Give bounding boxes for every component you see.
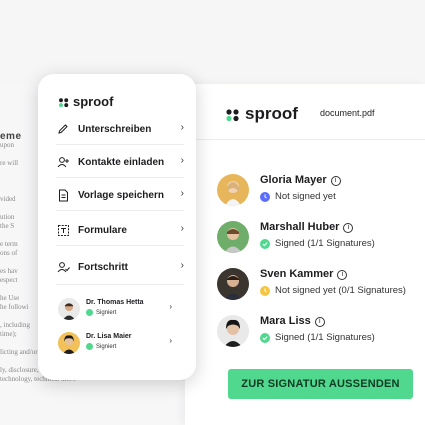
- signer-row[interactable]: Mara Liss i Signed (1/1 Signatures): [217, 311, 417, 349]
- signing-panel: sproof document.pdf Gloria Mayer i Not si…: [185, 84, 425, 425]
- progress-user-icon: [56, 260, 70, 274]
- menu-item-fortschritt[interactable]: Fortschritt ›: [56, 256, 184, 278]
- check-icon: [260, 332, 270, 343]
- avatar: [217, 315, 249, 347]
- chevron-right-icon: ›: [180, 188, 184, 199]
- pen-icon: [56, 122, 70, 136]
- chevron-right-icon: ›: [180, 260, 184, 271]
- chevron-right-icon: ›: [180, 122, 184, 133]
- divider: [56, 210, 184, 211]
- send-for-signature-button[interactable]: ZUR SIGNATUR AUSSENDEN: [228, 369, 413, 399]
- info-icon[interactable]: i: [330, 176, 341, 186]
- signer-row[interactable]: Sven Kammer i Not signed yet (0/1 Signatu…: [217, 264, 417, 302]
- info-icon[interactable]: i: [343, 223, 354, 233]
- clock-icon: [260, 191, 270, 202]
- divider: [56, 144, 184, 145]
- menu-item-label: Formulare: [78, 224, 127, 236]
- signer-status: Signed (1/1 Signatures): [275, 332, 375, 343]
- sproof-logo-icon: [58, 96, 70, 108]
- clock-icon: [260, 285, 270, 296]
- signer-name: Gloria Mayer: [260, 174, 327, 186]
- menu-item-label: Vorlage speichern: [78, 189, 164, 201]
- document-name: document.pdf: [320, 108, 375, 118]
- chevron-right-icon: ›: [180, 223, 184, 234]
- signer-row[interactable]: Gloria Mayer i Not signed yet: [217, 170, 417, 208]
- info-icon[interactable]: i: [337, 270, 348, 280]
- brand-name: sproof: [73, 94, 114, 109]
- menu-signer-status: Signiert: [96, 343, 117, 350]
- avatar: [58, 298, 80, 320]
- divider: [56, 284, 184, 285]
- menu-signer-row[interactable]: Dr. Lisa Maier Signiert ›: [58, 332, 178, 360]
- form-icon: [56, 223, 70, 237]
- add-user-icon: [56, 155, 70, 169]
- signer-status: Signed (1/1 Signatures): [275, 238, 375, 249]
- menu-item-label: Unterschreiben: [78, 123, 152, 135]
- divider: [56, 245, 184, 246]
- signer-name: Marshall Huber: [260, 221, 340, 233]
- avatar: [217, 221, 249, 253]
- menu-item-kontakte-einladen[interactable]: Kontakte einladen ›: [56, 151, 184, 173]
- menu-signer-name: Dr. Thomas Hetta: [86, 299, 144, 306]
- avatar: [217, 268, 249, 300]
- signer-row[interactable]: Marshall Huber i Signed (1/1 Signatures): [217, 217, 417, 255]
- signer-status: Not signed yet (0/1 Signatures): [275, 285, 406, 296]
- menu-signer-status: Signiert: [96, 309, 117, 316]
- chevron-right-icon: ›: [169, 336, 172, 345]
- sproof-logo: sproof: [58, 94, 113, 109]
- chevron-right-icon: ›: [169, 302, 172, 311]
- menu-signer-row[interactable]: Dr. Thomas Hetta Signiert ›: [58, 298, 178, 326]
- chevron-right-icon: ›: [180, 155, 184, 166]
- avatar: [58, 332, 80, 354]
- signer-name: Sven Kammer: [260, 268, 334, 280]
- check-icon: [260, 238, 270, 249]
- menu-signer-name: Dr. Lisa Maier: [86, 333, 132, 340]
- info-icon[interactable]: i: [314, 317, 325, 327]
- sproof-logo: sproof: [225, 104, 298, 124]
- check-icon: [86, 309, 93, 316]
- brand-name: sproof: [245, 104, 298, 123]
- signer-name: Mara Liss: [260, 315, 311, 327]
- avatar: [217, 174, 249, 206]
- check-icon: [86, 343, 93, 350]
- menu-item-unterschreiben[interactable]: Unterschreiben ›: [56, 118, 184, 140]
- menu-item-label: Kontakte einladen: [78, 156, 165, 168]
- signer-status: Not signed yet: [275, 191, 336, 202]
- action-menu: sproof Unterschreiben › Kontakte einlade…: [38, 74, 196, 380]
- menu-item-formulare[interactable]: Formulare ›: [56, 219, 184, 241]
- menu-item-label: Fortschritt: [78, 261, 128, 273]
- divider: [56, 177, 184, 178]
- panel-header: sproof document.pdf: [185, 84, 425, 140]
- document-icon: [56, 188, 70, 202]
- sproof-logo-icon: [225, 107, 241, 122]
- menu-item-vorlage-speichern[interactable]: Vorlage speichern ›: [56, 184, 184, 206]
